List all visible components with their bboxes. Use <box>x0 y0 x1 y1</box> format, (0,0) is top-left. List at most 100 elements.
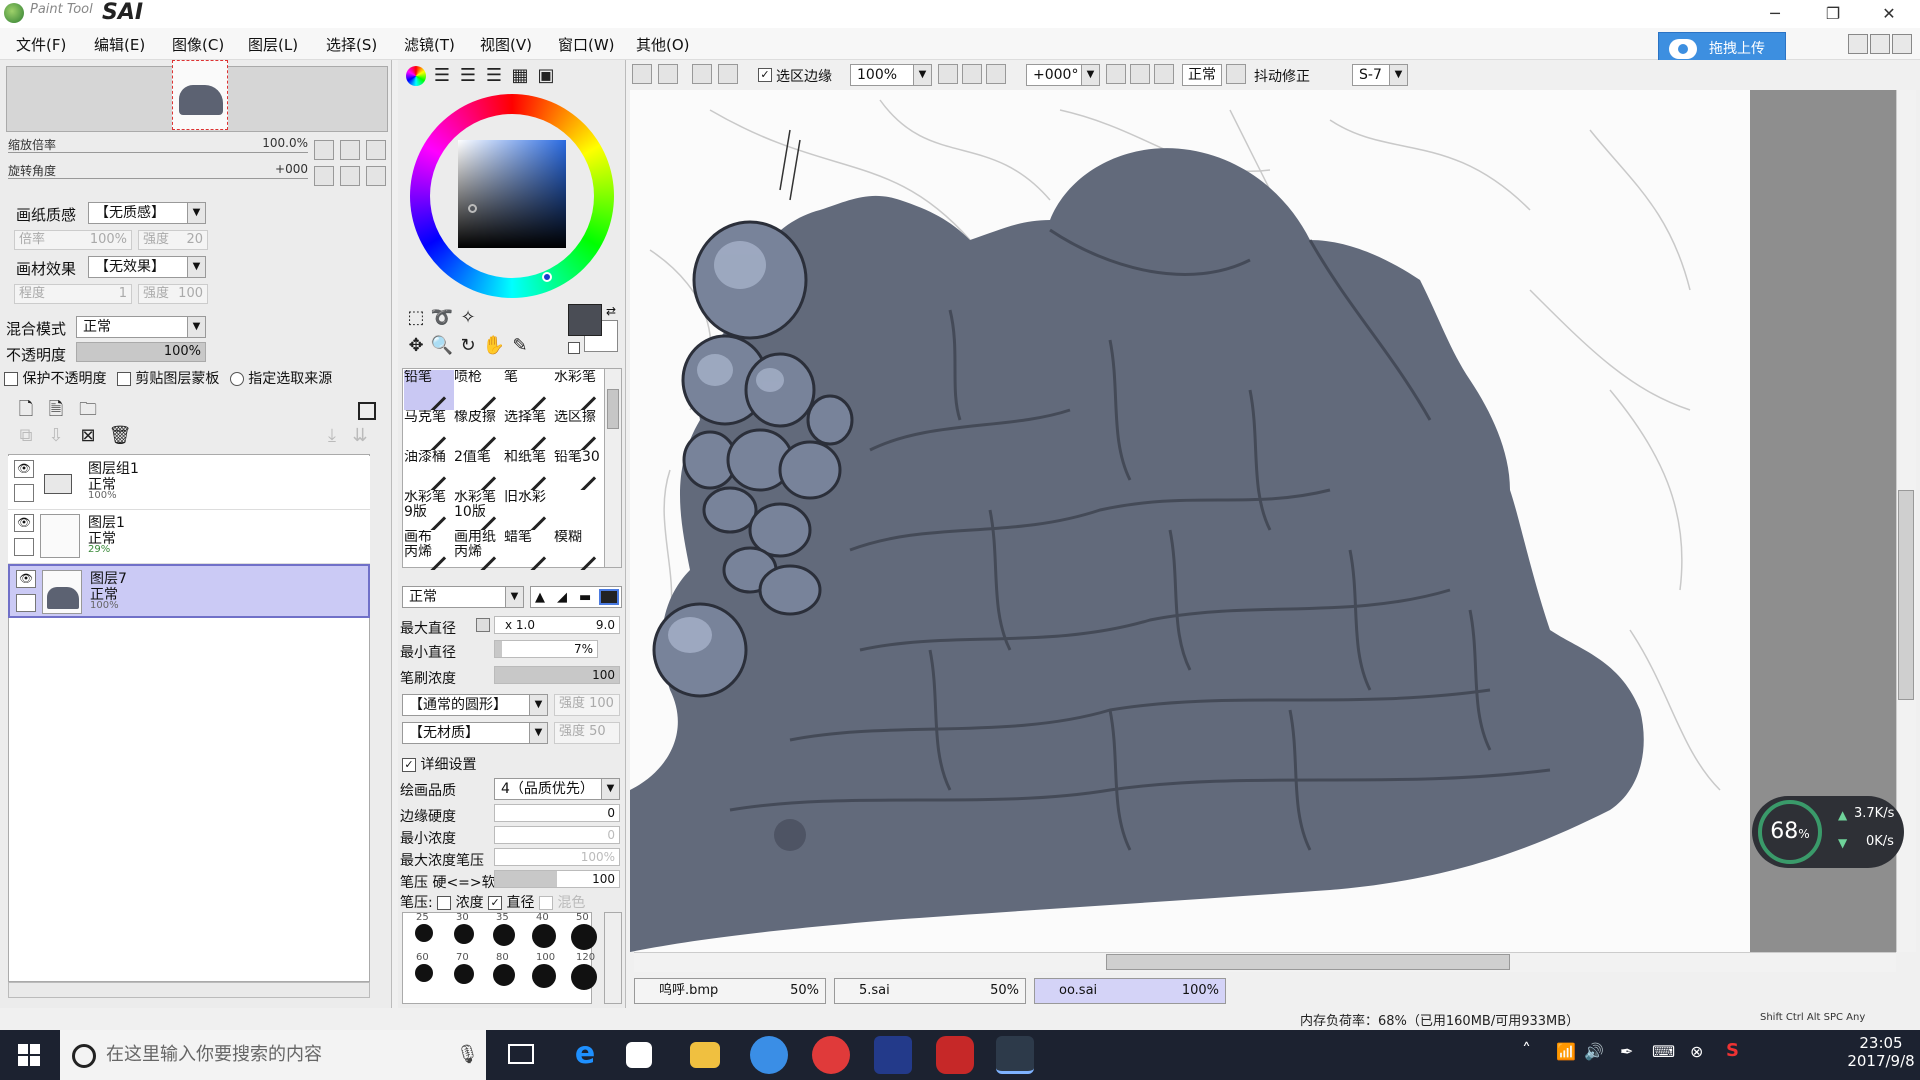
swap-colors-icon[interactable]: ⇄ <box>606 304 616 318</box>
hue-cursor[interactable] <box>542 272 552 282</box>
pressure-mix-checkbox[interactable] <box>538 896 553 910</box>
rotate-icon[interactable]: ↻ <box>456 334 480 358</box>
canvas-vertical-scroll-thumb[interactable] <box>1898 490 1914 700</box>
mdi-close-button[interactable] <box>1892 34 1912 54</box>
paint-tool-sai-taskbar-icon[interactable] <box>996 1036 1034 1074</box>
eye-icon[interactable]: 👁 <box>14 460 34 478</box>
clear-layer-icon[interactable]: ⊠ <box>76 424 100 448</box>
menu-file[interactable]: 文件(F) <box>16 34 66 55</box>
menu-select[interactable]: 选择(S) <box>326 34 377 55</box>
canvas-rotate-left-button[interactable] <box>1106 64 1126 84</box>
stabilizer-select[interactable]: S-7 ▼ <box>1352 64 1408 86</box>
lasso-icon[interactable]: ➰ <box>430 306 454 330</box>
merge-down-icon[interactable]: ⤓ <box>320 424 344 448</box>
protect-opacity-checkbox[interactable] <box>4 372 18 386</box>
detail-settings-checkbox[interactable]: ✓ <box>402 758 416 772</box>
rotate-reset-button[interactable] <box>366 166 386 186</box>
magic-wand-icon[interactable]: ✧ <box>456 306 480 330</box>
brush-cell[interactable]: 水彩笔 9版 <box>404 490 454 530</box>
brush-size-dot[interactable] <box>493 924 515 946</box>
selection-source-radio[interactable] <box>229 372 244 386</box>
rotate-right-button[interactable] <box>340 166 360 186</box>
eye-icon[interactable]: 👁 <box>14 514 34 532</box>
close-circle-icon[interactable]: ⊗ <box>1690 1042 1703 1061</box>
ie-browser-icon[interactable] <box>750 1036 788 1074</box>
brush-size-dot[interactable] <box>571 964 597 990</box>
canvas-area[interactable] <box>630 90 1906 952</box>
min-diameter-slider[interactable]: 7% <box>494 640 598 658</box>
move-icon[interactable]: ✥ <box>404 334 428 358</box>
rotate-slider[interactable]: 旋转角度 +000 <box>8 162 308 180</box>
hsv-slider-tab-icon[interactable]: ☰ <box>456 64 480 88</box>
brush-cell[interactable]: 画布 丙烯 <box>404 530 454 570</box>
task-view-icon[interactable] <box>508 1044 534 1064</box>
zoom-in-button[interactable] <box>340 140 360 160</box>
min-density-slider[interactable]: 0 <box>494 826 620 844</box>
layer-row[interactable]: 👁 图层组1 正常 100% <box>8 456 370 510</box>
canvas-zoom-out-button[interactable] <box>938 64 958 84</box>
undo-icon[interactable] <box>632 64 652 84</box>
close-button[interactable]: ✕ <box>1866 0 1912 28</box>
density-slider[interactable]: 100 <box>494 666 620 684</box>
layer-row[interactable]: 👁 图层1 正常 29% <box>8 510 370 564</box>
canvas-mode-button[interactable]: 正常 <box>1182 64 1222 86</box>
canvas-paper[interactable] <box>630 90 1750 952</box>
menu-other[interactable]: 其他(O) <box>636 34 690 55</box>
taskbar-search-input[interactable]: 在这里输入你要搜索的内容 <box>60 1030 486 1080</box>
brush-cell[interactable]: 铅笔30 <box>554 450 604 490</box>
navigator-viewport[interactable] <box>172 60 228 130</box>
brush-cell[interactable]: 蜡笔 <box>504 530 554 570</box>
menu-layer[interactable]: 图层(L) <box>248 34 298 55</box>
canvas-horizontal-scroll-thumb[interactable] <box>1106 954 1510 970</box>
diameter-lock-toggle[interactable] <box>476 618 490 632</box>
document-tab[interactable]: 5.sai 50% <box>834 978 1026 1004</box>
menu-view[interactable]: 视图(V) <box>480 34 532 55</box>
pen-edit-icon[interactable] <box>16 594 36 612</box>
lock-toggle[interactable] <box>14 484 34 502</box>
eye-icon[interactable]: 👁 <box>16 570 36 588</box>
layer-hscrollbar[interactable] <box>8 982 370 998</box>
selection-edge-checkbox[interactable]: ✓ <box>758 68 772 82</box>
brush-size-dot[interactable] <box>532 924 556 948</box>
zoom-slider[interactable]: 缩放倍率 100.0% <box>8 136 308 154</box>
clip-mask-checkbox[interactable] <box>116 372 131 386</box>
delete-layer-icon[interactable]: 🗑 <box>108 424 132 448</box>
brush-size-dot[interactable] <box>571 924 597 950</box>
tip-square-icon[interactable] <box>599 589 619 605</box>
brush-cell[interactable]: 水彩笔 <box>554 370 604 410</box>
zoom-icon[interactable]: 🔍 <box>430 334 454 358</box>
new-folder-icon[interactable]: 🗀 <box>76 398 100 422</box>
copy-layer-icon[interactable]: ⧉ <box>14 424 38 448</box>
canvas-rotate-reset-button[interactable] <box>1154 64 1174 84</box>
brush-cell[interactable]: 画用纸 丙烯 <box>454 530 504 570</box>
quality-select[interactable]: 4（品质优先） ▼ <box>494 778 620 800</box>
menu-filter[interactable]: 滤镜(T) <box>404 34 455 55</box>
hand-icon[interactable]: ✋ <box>482 334 506 358</box>
brush-cell[interactable]: 马克笔 <box>404 410 454 450</box>
mdi-minimize-button[interactable] <box>1848 34 1868 54</box>
tip-hard-icon[interactable]: ▬ <box>579 590 591 605</box>
deselect-icon[interactable] <box>692 64 712 84</box>
brush-palette-scrollbar[interactable] <box>604 368 622 568</box>
edge-browser-icon[interactable]: e <box>566 1036 604 1074</box>
file-explorer-icon[interactable] <box>690 1042 720 1068</box>
merge-visible-icon[interactable]: ⇊ <box>348 424 372 448</box>
tip-soft-icon[interactable]: ▲ <box>535 590 545 605</box>
brush-texture-select[interactable]: 【无材质】 ▼ <box>402 722 548 744</box>
max-diameter-slider[interactable]: x 1.0 9.0 <box>494 616 620 634</box>
layer-row-selected[interactable]: 👁 图层7 正常 100% <box>8 564 370 618</box>
menu-window[interactable]: 窗口(W) <box>558 34 615 55</box>
transfer-layer-icon[interactable]: ⇩ <box>44 424 68 448</box>
blend-mode-select[interactable]: 正常 ▼ <box>76 316 206 338</box>
brush-size-dot[interactable] <box>454 924 474 944</box>
recorder-icon[interactable] <box>936 1036 974 1074</box>
foreground-color-swatch[interactable] <box>568 304 602 336</box>
paper-effect-select[interactable]: 【无效果】 ▼ <box>88 256 206 278</box>
zoom-reset-button[interactable] <box>366 140 386 160</box>
pressure-diameter-checkbox[interactable]: ✓ <box>488 896 503 910</box>
brush-size-dot[interactable] <box>532 964 556 988</box>
pen-icon[interactable]: ✒ <box>1620 1042 1633 1061</box>
brush-cell[interactable]: 水彩笔 10版 <box>454 490 504 530</box>
pressure-density-checkbox[interactable] <box>437 896 452 910</box>
taskbar-clock[interactable]: 23:05 2017/9/8 <box>1846 1034 1916 1070</box>
